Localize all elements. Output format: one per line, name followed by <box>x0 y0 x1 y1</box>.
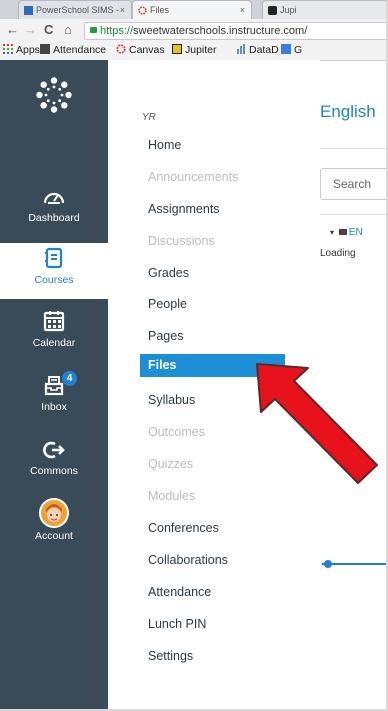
course-nav-syllabus[interactable]: Syllabus <box>148 392 195 408</box>
nav-inbox[interactable]: 4 Inbox <box>0 371 108 424</box>
divider <box>320 148 386 149</box>
course-nav-settings[interactable]: Settings <box>148 648 193 664</box>
apps-grid-icon <box>3 44 13 55</box>
inbox-unread-badge: 4 <box>62 371 77 386</box>
nav-dashboard[interactable]: Dashboard <box>0 187 108 237</box>
avatar-face-icon <box>46 504 62 522</box>
bookmark-attendance[interactable]: Attendance <box>40 43 106 58</box>
calendar-icon <box>43 311 65 332</box>
course-nav-announcements: Announcements <box>148 170 239 184</box>
bookmark-jupiter[interactable]: Jupiter <box>172 43 217 58</box>
nav-calendar[interactable]: Calendar <box>0 310 108 360</box>
course-nav-grades[interactable]: Grades <box>148 265 189 281</box>
course-nav-discussions: Discussions <box>148 234 215 248</box>
bookmark-canvas[interactable]: Canvas <box>116 43 165 58</box>
progress-slider[interactable] <box>320 554 386 574</box>
bar-chart-icon <box>237 44 245 55</box>
powerschool-icon <box>24 6 33 16</box>
canvas-icon <box>138 6 147 15</box>
course-nav-modules: Modules <box>148 489 196 503</box>
course-nav-outcomes: Outcomes <box>148 425 205 439</box>
back-button[interactable]: ← <box>6 22 19 38</box>
canvas-icon <box>116 44 126 54</box>
bookmark-apps[interactable]: Apps <box>3 43 40 58</box>
url-field[interactable]: https://sweetwaterschools.instructure.co… <box>84 22 386 40</box>
dashboard-icon <box>43 192 65 204</box>
attendance-icon <box>40 44 50 55</box>
course-nav-collaborations[interactable]: Collaborations <box>148 552 228 568</box>
address-bar: ← → C ⌂ https://sweetwaterschools.instru… <box>0 19 386 41</box>
loading-text: Loading <box>320 248 356 259</box>
close-tab-icon[interactable]: × <box>240 1 245 19</box>
course-nav-conferences[interactable]: Conferences <box>148 520 219 536</box>
jupiter-icon <box>268 6 277 16</box>
folder-icon <box>338 229 347 235</box>
commons-icon <box>43 441 65 459</box>
course-nav-pages[interactable]: Pages <box>148 328 183 344</box>
course-nav-people[interactable]: People <box>148 296 187 312</box>
lock-icon <box>90 27 97 33</box>
tab-strip: PowerSchool SIMS - × Files × Jupi <box>0 0 386 20</box>
jupiter-icon <box>172 44 182 55</box>
tab-jupiter[interactable]: Jupi <box>262 0 386 20</box>
divider <box>320 214 386 215</box>
bookmarks-bar: Apps Attendance Canvas Jupiter DataD G <box>0 41 386 61</box>
nav-courses[interactable]: Courses <box>0 243 108 299</box>
courses-icon <box>45 247 63 269</box>
tab-files[interactable]: Files × <box>132 0 252 20</box>
canvas-logo-icon[interactable] <box>34 75 74 115</box>
browser-window: PowerSchool SIMS - × Files × Jupi ← → C … <box>0 0 388 711</box>
tab-powerschool[interactable]: PowerSchool SIMS - × <box>18 0 132 20</box>
folder-expand-icon[interactable]: ▾ <box>330 228 334 237</box>
course-nav-attendance[interactable]: Attendance <box>148 584 211 600</box>
bookmark-g[interactable]: G <box>281 43 302 58</box>
course-nav-assignments[interactable]: Assignments <box>148 201 220 217</box>
course-nav-home[interactable]: Home <box>148 137 181 153</box>
reload-button[interactable]: C <box>44 22 53 38</box>
red-pointer-arrow <box>256 363 378 484</box>
close-tab-icon[interactable]: × <box>120 1 125 19</box>
forward-button[interactable]: → <box>24 22 37 38</box>
bookmark-datad[interactable]: DataD <box>236 43 279 58</box>
folder-tree-item[interactable]: ▾ EN <box>330 227 363 238</box>
home-button[interactable]: ⌂ <box>64 22 72 38</box>
search-files-input[interactable]: Search <box>320 168 386 200</box>
g-icon <box>281 44 291 55</box>
nav-commons[interactable]: Commons <box>0 440 108 490</box>
avatar <box>39 498 69 528</box>
page-title: English <box>320 102 376 121</box>
course-nav-lunch-pin[interactable]: Lunch PIN <box>148 616 206 632</box>
course-nav-quizzes: Quizzes <box>148 457 194 471</box>
nav-account[interactable]: Account <box>0 498 108 554</box>
global-nav: Dashboard Courses Calendar 4 Inbox Commo… <box>0 60 108 709</box>
breadcrumb[interactable]: YR <box>142 112 156 123</box>
